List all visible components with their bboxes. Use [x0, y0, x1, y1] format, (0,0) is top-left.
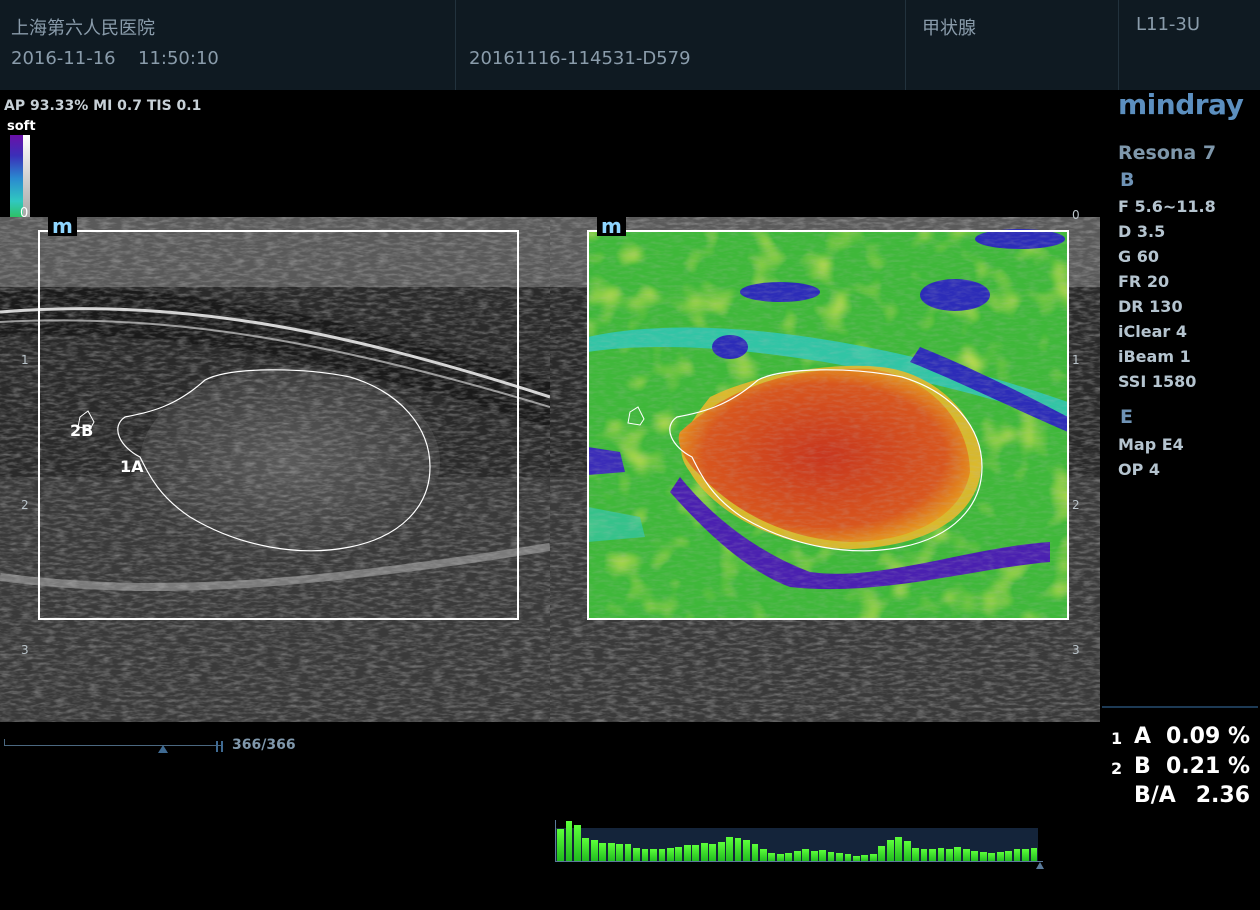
- quality-bar: [683, 845, 691, 862]
- roi-box-right[interactable]: [587, 230, 1069, 620]
- cine-frame-counter: 366/366: [232, 737, 296, 753]
- header-divider: [905, 0, 906, 90]
- marker-1a[interactable]: 1A: [120, 457, 144, 476]
- quality-graph-marker: [1036, 862, 1044, 869]
- quality-bar: [717, 842, 725, 862]
- quality-bar: [565, 821, 573, 862]
- roi-m-label-right: m: [597, 216, 626, 236]
- depth-tick-0-right: 0: [1072, 208, 1080, 222]
- b-param-7: SSI 1580: [1118, 372, 1197, 391]
- roi-m-label-left: m: [48, 216, 77, 236]
- quality-bar: [607, 843, 615, 862]
- b-param-0: F 5.6~11.8: [1118, 197, 1216, 216]
- measurement-panel: 1 A 0.09 % 2 B 0.21 % B/A 2.36: [1102, 706, 1258, 812]
- depth-tick-2-right: 2: [1072, 498, 1080, 512]
- probe-name[interactable]: L11-3U: [1136, 14, 1200, 35]
- quality-graph: [556, 818, 1038, 862]
- quality-bar: [1030, 848, 1038, 862]
- depth-tick-3-right: 3: [1072, 643, 1080, 657]
- b-param-3: FR 20: [1118, 272, 1170, 291]
- quality-bar: [751, 844, 759, 862]
- quality-bar: [599, 843, 607, 862]
- quality-bar: [616, 844, 624, 862]
- measurement-row-a[interactable]: 1 A 0.09 %: [1102, 722, 1258, 752]
- b-param-6: iBeam 1: [1118, 347, 1191, 366]
- quality-bar: [743, 840, 750, 862]
- marker-2b[interactable]: 2B: [70, 421, 93, 440]
- quality-bar: [666, 848, 674, 862]
- quality-bar: [700, 843, 708, 862]
- quality-bar: [886, 840, 894, 862]
- b-param-5: iClear 4: [1118, 322, 1187, 341]
- cine-start-marker[interactable]: [158, 745, 168, 753]
- quality-bar: [895, 837, 903, 862]
- e-mode-header: E: [1120, 406, 1133, 428]
- cine-track[interactable]: [4, 745, 222, 746]
- hospital-name: 上海第六人民医院: [11, 18, 155, 39]
- header-divider: [1118, 0, 1119, 90]
- measurement-row-b[interactable]: 2 B 0.21 %: [1102, 752, 1258, 782]
- quality-bar: [573, 825, 581, 862]
- depth-tick-1: 1: [21, 353, 29, 367]
- acoustic-status: AP 93.33% MI 0.7 TIS 0.1: [4, 98, 202, 114]
- colorbar-soft-label: soft: [7, 119, 36, 134]
- b-param-1: D 3.5: [1118, 222, 1166, 241]
- e-param-1: OP 4: [1118, 460, 1161, 479]
- quality-bar: [709, 844, 717, 862]
- quality-bar: [878, 846, 886, 862]
- quality-bar: [937, 848, 945, 862]
- model-name: Resona 7: [1118, 142, 1217, 164]
- b-param-2: G 60: [1118, 247, 1159, 266]
- exam-date: 2016-11-16: [11, 48, 116, 69]
- roi-box-left[interactable]: [38, 230, 519, 620]
- exam-time: 11:50:10: [138, 48, 219, 69]
- b-mode-header: B: [1120, 169, 1135, 191]
- cine-end-marker[interactable]: [216, 741, 223, 752]
- quality-bar: [582, 838, 590, 862]
- quality-bar: [557, 829, 564, 862]
- quality-bar: [734, 838, 742, 862]
- exam-id: 20161116-114531-D579: [469, 48, 691, 69]
- e-param-0: Map E4: [1118, 435, 1184, 454]
- quality-bar: [903, 841, 911, 862]
- quality-bar: [692, 845, 700, 862]
- e-mode-params: Map E4 OP 4: [1118, 435, 1184, 485]
- depth-tick-1-right: 1: [1072, 353, 1080, 367]
- header-divider: [455, 0, 456, 90]
- quality-bar: [633, 848, 640, 862]
- b-mode-params: F 5.6~11.8 D 3.5 G 60 FR 20 DR 130 iClear 4 iB…: [1118, 197, 1216, 397]
- organ-preset[interactable]: 甲状腺: [922, 14, 976, 40]
- quality-bar: [590, 840, 598, 862]
- depth-tick-2: 2: [21, 498, 29, 512]
- quality-bar: [624, 844, 632, 862]
- quality-bar: [912, 848, 920, 862]
- measurement-row-ratio[interactable]: B/A 2.36: [1102, 781, 1258, 811]
- quality-bar: [954, 847, 962, 862]
- header-bar: 上海第六人民医院 2016-11-16 11:50:10 20161116-11…: [0, 0, 1260, 90]
- mindray-logo: mindray: [1118, 88, 1244, 121]
- b-param-4: DR 130: [1118, 297, 1183, 316]
- quality-bar: [726, 837, 733, 862]
- quality-bar: [675, 847, 683, 862]
- depth-tick-3: 3: [21, 643, 29, 657]
